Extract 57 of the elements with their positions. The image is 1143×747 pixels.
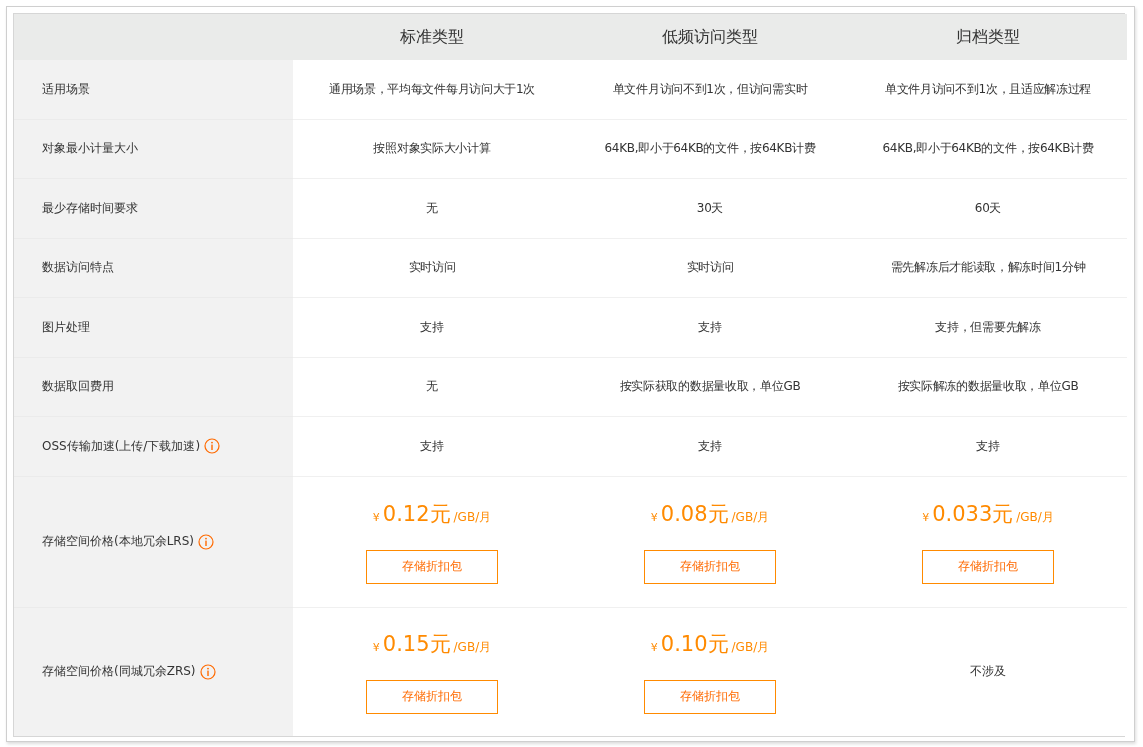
currency-symbol: ¥: [372, 640, 380, 654]
price-amount: 0.15元: [382, 630, 451, 658]
price-amount: 0.033元: [932, 500, 1014, 528]
cell-text: 64KB,即小于64KB的文件，按64KB计费: [882, 140, 1094, 158]
cell-text: 支持: [976, 437, 1000, 455]
cell-text: 64KB,即小于64KB的文件，按64KB计费: [604, 140, 816, 158]
row-label: 数据访问特点: [42, 259, 114, 277]
cell-text: 按实际获取的数据量收取，单位GB: [619, 378, 801, 396]
price-unit: /GB/月: [731, 508, 770, 526]
cell-text: 需先解冻后才能读取，解冻时间1分钟: [890, 259, 1086, 277]
cell-text: 单文件月访问不到1次，且适应解冻过程: [884, 80, 1092, 98]
cell-text: 支持: [698, 437, 722, 455]
info-icon[interactable]: [204, 438, 221, 455]
cell-text: 无: [426, 199, 438, 217]
cell-text: 不涉及: [970, 663, 1006, 680]
cell-text: 支持，但需要先解冻: [935, 318, 1041, 336]
row-label: 图片处理: [42, 318, 90, 336]
cell-text: 通用场景，平均每文件每月访问大于1次: [328, 80, 536, 98]
price-amount: 0.10元: [660, 630, 729, 658]
price-unit: /GB/月: [1016, 508, 1054, 526]
cell-text: 支持: [420, 318, 444, 336]
cell-text: 实时访问: [686, 259, 734, 277]
cell-text: 30天: [696, 199, 724, 217]
currency-symbol: ¥: [372, 510, 380, 524]
row-label: 存储空间价格(同城冗余ZRS): [42, 663, 196, 680]
info-icon[interactable]: [198, 533, 214, 550]
column-title: 归档类型: [956, 26, 1020, 48]
info-icon[interactable]: [199, 663, 216, 680]
row-label: 存储空间价格(本地冗余LRS): [42, 533, 194, 550]
cell-text: 按照对象实际大小计算: [373, 140, 491, 158]
row-label: 对象最小计量大小: [42, 140, 138, 158]
cell-text: 60天: [974, 199, 1002, 217]
row-label: OSS传输加速(上传/下载加速): [42, 437, 201, 455]
cell-text: 支持: [420, 437, 444, 455]
column-title: 标准类型: [400, 26, 464, 48]
discount-package-button[interactable]: 存储折扣包: [366, 679, 498, 714]
price-amount: 0.12元: [382, 500, 451, 528]
cell-text: 单文件月访问不到1次，但访问需实时: [612, 80, 808, 98]
column-title: 低频访问类型: [662, 26, 758, 48]
price-unit: /GB/月: [731, 638, 770, 656]
price-amount: 0.08元: [660, 500, 729, 528]
cell-text: 实时访问: [408, 259, 456, 277]
currency-symbol: ¥: [650, 640, 658, 654]
discount-package-button[interactable]: 存储折扣包: [366, 549, 498, 584]
row-label: 数据取回费用: [42, 378, 114, 396]
discount-package-button[interactable]: 存储折扣包: [644, 679, 776, 714]
cell-text: 无: [426, 378, 438, 396]
price-unit: /GB/月: [453, 638, 492, 656]
row-label: 最少存储时间要求: [42, 199, 138, 217]
currency-symbol: ¥: [922, 510, 930, 524]
row-label: 适用场景: [42, 80, 90, 98]
discount-package-button[interactable]: 存储折扣包: [922, 549, 1054, 584]
currency-symbol: ¥: [650, 510, 658, 524]
cell-text: 按实际解冻的数据量收取，单位GB: [897, 378, 1079, 396]
price-unit: /GB/月: [453, 508, 492, 526]
discount-package-button[interactable]: 存储折扣包: [644, 549, 776, 584]
cell-text: 支持: [698, 318, 722, 336]
